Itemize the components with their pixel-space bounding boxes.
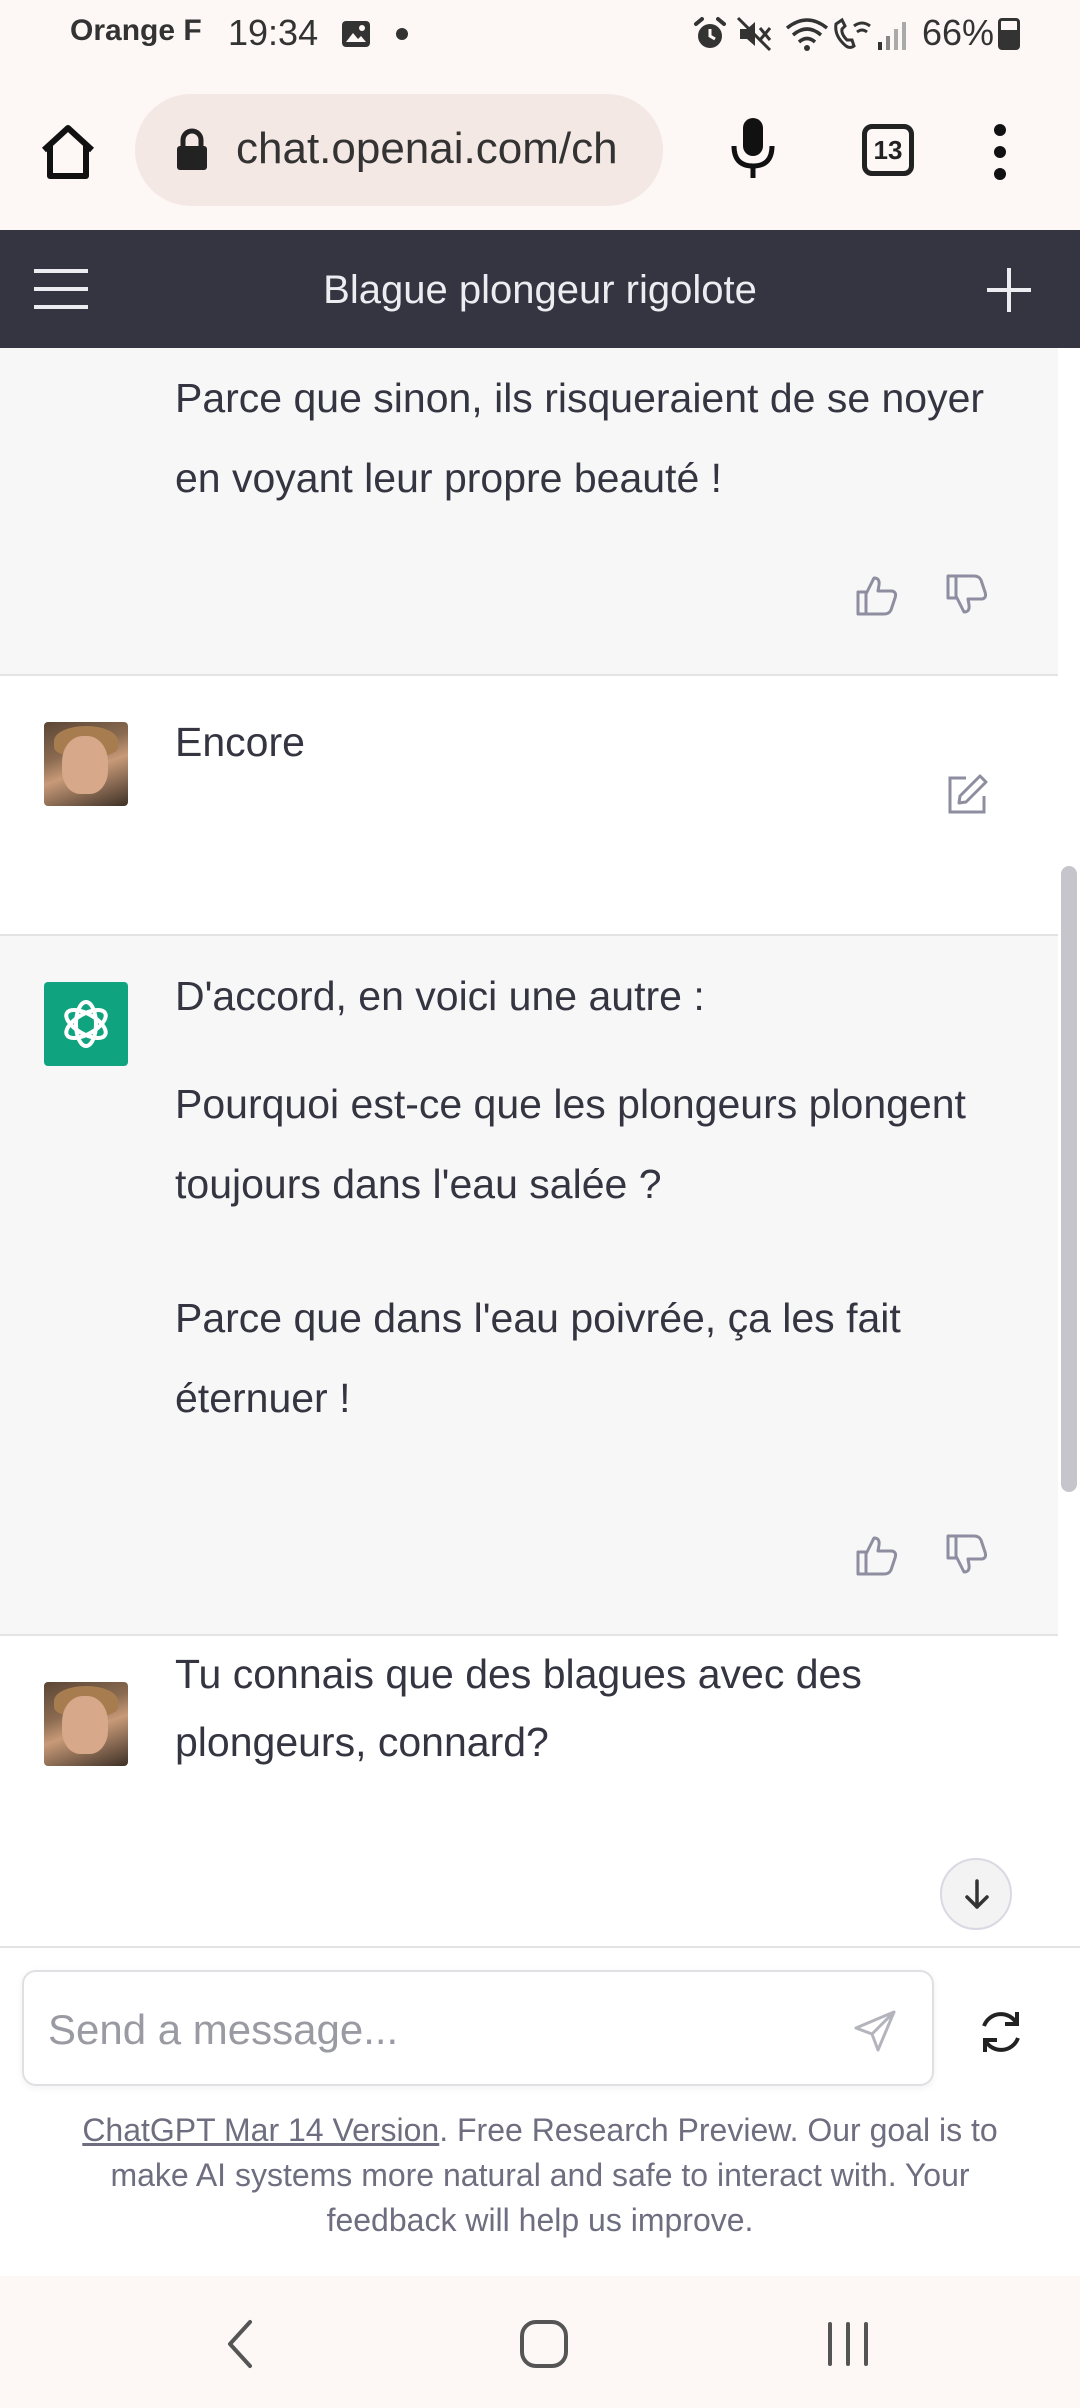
conversation-title: Blague plongeur rigolote	[323, 268, 757, 312]
wifi-icon	[785, 18, 829, 51]
message-text: Parce que sinon, ils risqueraient de se …	[175, 375, 985, 501]
thumbs-up-icon[interactable]	[854, 572, 900, 618]
system-nav-bar	[0, 2276, 1080, 2408]
wifi-calling-icon	[834, 17, 871, 49]
battery-icon	[998, 18, 1020, 50]
signal-icon	[878, 22, 906, 50]
scroll-to-bottom-button[interactable]	[940, 1858, 1012, 1930]
chat-thread: Parce que sinon, ils risqueraient de se …	[0, 348, 1058, 1946]
message-text: Tu connais que des blagues avec des plon…	[175, 1651, 862, 1765]
mic-icon[interactable]	[728, 116, 778, 182]
message-text: Pourquoi est-ce que les plongeurs plonge…	[175, 1081, 966, 1207]
new-chat-icon[interactable]	[985, 266, 1033, 314]
user-avatar	[44, 1682, 128, 1766]
message-text: Encore	[175, 719, 305, 765]
browser-toolbar: chat.openai.com/ch 13	[0, 68, 1080, 230]
user-message: Encore	[0, 676, 1058, 936]
more-icon[interactable]	[985, 120, 1015, 184]
assistant-message: Parce que sinon, ils risqueraient de se …	[0, 348, 1058, 676]
message-input[interactable]	[48, 2002, 828, 2058]
carrier-label: Orange F	[70, 14, 202, 47]
message-input-box[interactable]	[22, 1970, 934, 2086]
edit-icon[interactable]	[944, 772, 990, 818]
recents-icon[interactable]	[818, 2314, 878, 2374]
back-icon[interactable]	[212, 2314, 272, 2374]
battery-percent: 66%	[922, 12, 995, 53]
home-icon[interactable]	[36, 120, 100, 184]
composer-area: ChatGPT Mar 14 Version. Free Research Pr…	[0, 1946, 1080, 2276]
arrow-down-icon	[965, 1879, 989, 1909]
mute-icon	[736, 16, 772, 52]
home-nav-icon[interactable]	[514, 2314, 574, 2374]
disclaimer-text: ChatGPT Mar 14 Version. Free Research Pr…	[60, 2108, 1020, 2243]
user-avatar	[44, 722, 128, 806]
lock-icon	[177, 128, 207, 170]
version-link[interactable]: ChatGPT Mar 14 Version	[82, 2112, 439, 2148]
message-text: Parce que dans l'eau poivrée, ça les fai…	[175, 1295, 901, 1421]
message-text: D'accord, en voici une autre :	[175, 973, 705, 1019]
send-icon[interactable]	[852, 2008, 898, 2054]
thumbs-down-icon[interactable]	[944, 572, 990, 618]
image-icon	[342, 21, 370, 47]
scrollbar-thumb[interactable]	[1061, 866, 1077, 1492]
thumbs-down-icon[interactable]	[944, 1532, 990, 1578]
chatgpt-logo-icon	[44, 982, 128, 1066]
address-bar[interactable]: chat.openai.com/ch	[135, 94, 663, 206]
alarm-icon	[694, 17, 726, 48]
status-bar: Orange F 19:34 66%	[0, 0, 1080, 68]
url-text: chat.openai.com/ch	[236, 124, 618, 173]
thumbs-up-icon[interactable]	[854, 1532, 900, 1578]
tab-switcher-button[interactable]: 13	[862, 124, 914, 176]
assistant-message: D'accord, en voici une autre : Pourquoi …	[0, 936, 1058, 1636]
regenerate-icon[interactable]	[975, 2006, 1027, 2058]
notification-dot	[396, 28, 408, 40]
chat-header: Blague plongeur rigolote	[0, 230, 1080, 348]
clock: 19:34	[228, 12, 319, 53]
user-message: Tu connais que des blagues avec des plon…	[0, 1636, 1058, 1946]
